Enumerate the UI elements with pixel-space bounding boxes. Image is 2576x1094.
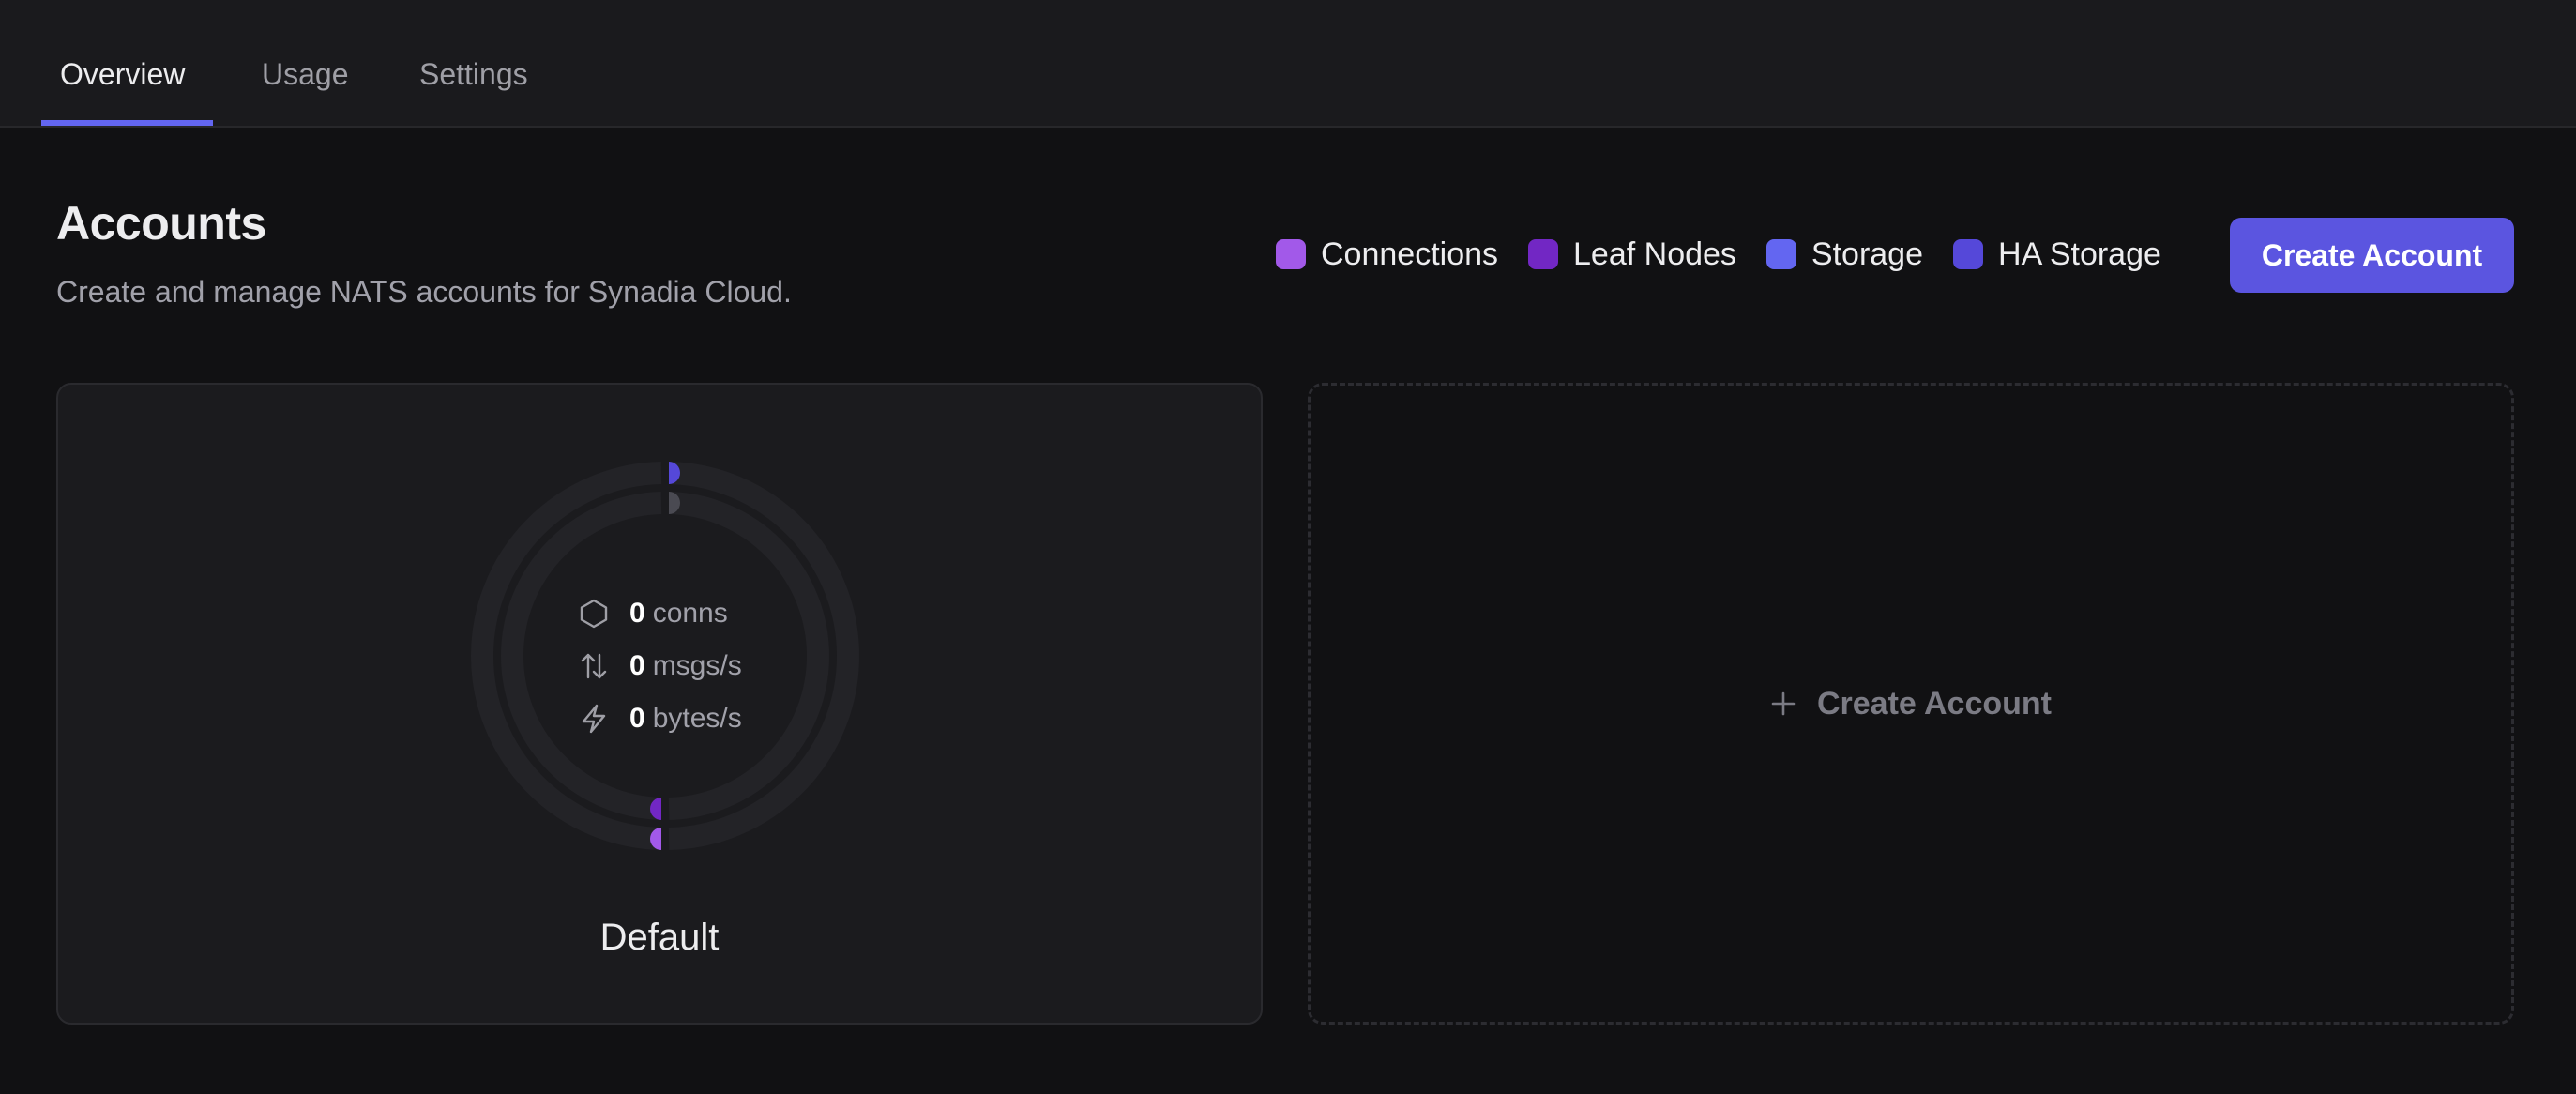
tab-overview[interactable]: Overview [60, 53, 185, 96]
legend-label: HA Storage [1998, 236, 2161, 272]
legend-swatch-ha-storage [1953, 239, 1984, 269]
page-title: Accounts [56, 197, 266, 250]
stat-unit: conns [652, 598, 728, 629]
tab-usage[interactable]: Usage [262, 53, 349, 96]
create-account-placeholder: Create Account [1770, 686, 2052, 722]
legend-label: Leaf Nodes [1573, 236, 1736, 272]
usage-legend: Connections Leaf Nodes Storage HA Storag… [1276, 233, 2161, 276]
stat-bytes: 0 bytes/s [579, 700, 742, 737]
legend-item-connections: Connections [1276, 236, 1498, 273]
stat-unit: msgs/s [652, 650, 742, 681]
legend-item-leaf-nodes: Leaf Nodes [1528, 236, 1736, 273]
stat-unit: bytes/s [652, 703, 742, 734]
account-card-default[interactable]: 0 conns 0 msgs/s 0 bytes/s Default [56, 383, 1263, 1025]
page-subtitle: Create and manage NATS accounts for Syna… [56, 275, 792, 309]
tab-settings[interactable]: Settings [419, 53, 528, 96]
create-account-placeholder-label: Create Account [1816, 685, 2053, 722]
legend-label: Storage [1811, 236, 1924, 272]
legend-label: Connections [1321, 236, 1499, 272]
create-account-button[interactable]: Create Account [2230, 218, 2514, 293]
legend-swatch-connections [1276, 239, 1306, 269]
plus-icon [1770, 691, 1796, 717]
lightning-icon [579, 704, 609, 734]
create-account-placeholder-card[interactable]: Create Account [1308, 383, 2514, 1025]
hexagon-icon [579, 599, 609, 629]
arrows-up-down-icon [579, 651, 609, 681]
stat-messages: 0 msgs/s [579, 647, 742, 685]
legend-item-ha-storage: HA Storage [1953, 236, 2161, 273]
stat-value: 0 [629, 650, 645, 681]
active-tab-indicator [41, 120, 213, 126]
top-nav-bar: Overview Usage Settings [0, 0, 2576, 128]
legend-swatch-storage [1765, 239, 1796, 269]
account-name: Default [599, 917, 720, 958]
stat-value: 0 [629, 598, 645, 629]
legend-swatch-leaf-nodes [1528, 239, 1559, 269]
legend-item-storage: Storage [1765, 236, 1924, 273]
stat-value: 0 [629, 703, 645, 734]
stat-connections: 0 conns [579, 595, 728, 632]
